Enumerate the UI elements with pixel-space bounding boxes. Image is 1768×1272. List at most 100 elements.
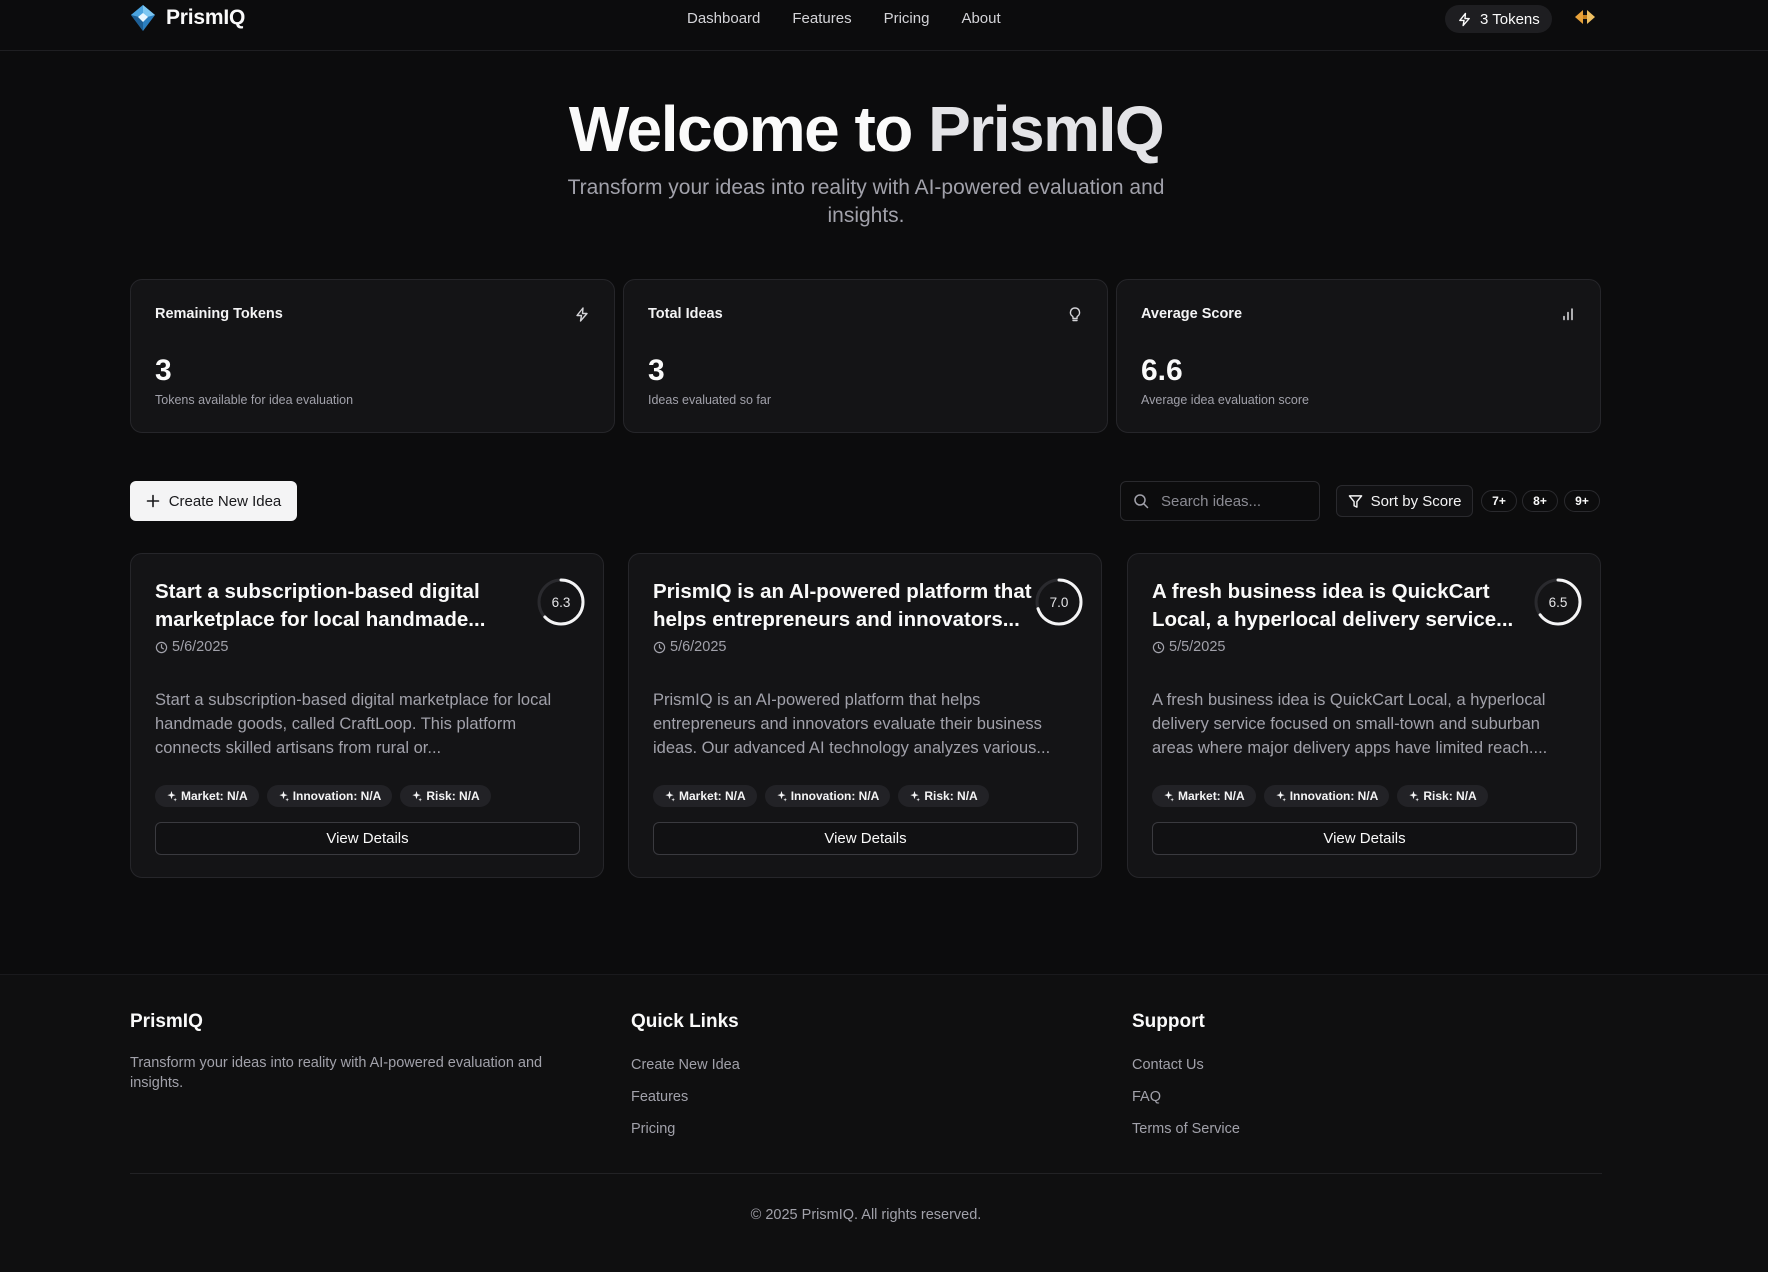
idea-description: Start a subscription-based digital marke… [155, 691, 552, 757]
tag-risk-text: Risk: N/A [1423, 789, 1477, 803]
footer-quick-links-title: Quick Links [631, 1011, 739, 1032]
idea-card: PrismIQ is an AI-powered platform that h… [628, 553, 1102, 878]
footer-link-create-new-idea[interactable]: Create New Idea [631, 1057, 740, 1073]
stat-label: Average Score [1141, 306, 1243, 322]
clock-icon [653, 641, 666, 653]
create-new-idea-label: Create New Idea [168, 492, 282, 510]
top-nav: PrismIQ Dashboard Features Pricing About… [0, 0, 1768, 51]
language-switch-icon[interactable] [1574, 7, 1596, 27]
tag-innovation: Innovation: N/A [1263, 785, 1390, 807]
sparkles-icon [665, 790, 675, 802]
stat-card-total-ideas: Total Ideas 3 Ideas evaluated so far [623, 279, 1108, 433]
sparkles-icon [910, 790, 921, 802]
idea-date-text: 5/5/2025 [1169, 639, 1226, 655]
idea-title[interactable]: PrismIQ is an AI-powered platform that h… [653, 578, 1033, 634]
score-ring: 6.3 [536, 577, 586, 627]
score-ring: 7.0 [1034, 577, 1084, 627]
stat-value: 6.6 [1141, 354, 1183, 387]
sparkles-icon [777, 790, 787, 802]
clock-icon [1152, 641, 1165, 653]
page-subtitle: Transform your ideas into reality with A… [567, 176, 1165, 227]
tag-market: Market: N/A [653, 785, 757, 807]
bar-chart-icon [1563, 308, 1573, 321]
idea-tags: Market: N/A Innovation: N/A Risk: N/A [653, 785, 989, 807]
brand[interactable]: PrismIQ [130, 4, 245, 32]
view-details-button[interactable]: View Details [1152, 822, 1577, 855]
tag-risk: Risk: N/A [898, 785, 989, 807]
view-details-button[interactable]: View Details [653, 822, 1078, 855]
page-title: Welcome to PrismIQ [0, 92, 1732, 166]
stat-note: Ideas evaluated so far [648, 393, 771, 407]
tag-innovation-text: Innovation: N/A [790, 789, 880, 803]
zap-icon [1459, 12, 1470, 26]
sort-by-score-label: Sort by Score [1370, 492, 1462, 510]
footer-link-features[interactable]: Features [631, 1089, 688, 1105]
tag-market-text: Market: N/A [181, 789, 248, 803]
stat-value: 3 [648, 354, 665, 387]
tag-risk: Risk: N/A [1397, 785, 1488, 807]
tag-market: Market: N/A [155, 785, 259, 807]
nav-link-features[interactable]: Features [792, 10, 851, 27]
sparkles-icon [167, 790, 177, 802]
idea-card: A fresh business idea is QuickCart Local… [1127, 553, 1601, 878]
stat-note: Average idea evaluation score [1141, 393, 1309, 407]
clock-icon [155, 641, 168, 653]
idea-title[interactable]: A fresh business idea is QuickCart Local… [1152, 578, 1532, 634]
search-box[interactable] [1120, 481, 1320, 521]
tag-market: Market: N/A [1152, 785, 1256, 807]
token-balance-button[interactable]: 3 Tokens [1445, 5, 1552, 33]
search-icon [1134, 494, 1149, 509]
footer-brand: PrismIQ [130, 1011, 203, 1032]
idea-tags: Market: N/A Innovation: N/A Risk: N/A [155, 785, 491, 807]
filter-chip-7-plus[interactable]: 7+ [1481, 490, 1517, 512]
tag-risk: Risk: N/A [400, 785, 491, 807]
nav-link-about[interactable]: About [961, 10, 1000, 27]
footer-link-faq[interactable]: FAQ [1132, 1089, 1161, 1105]
idea-date: 5/5/2025 [1152, 639, 1225, 655]
filter-chip-8-plus[interactable]: 8+ [1522, 490, 1558, 512]
tag-market-text: Market: N/A [1178, 789, 1245, 803]
score-ring: 6.5 [1533, 577, 1583, 627]
sparkles-icon [1409, 790, 1420, 802]
view-details-button[interactable]: View Details [155, 822, 580, 855]
footer: PrismIQ Transform your ideas into realit… [0, 974, 1768, 1272]
sparkles-icon [279, 790, 289, 802]
idea-description: PrismIQ is an AI-powered platform that h… [653, 691, 1051, 757]
idea-card: Start a subscription-based digital marke… [130, 553, 604, 878]
footer-link-contact-us[interactable]: Contact Us [1132, 1057, 1204, 1073]
idea-date-text: 5/6/2025 [172, 639, 229, 655]
idea-score: 6.3 [551, 594, 571, 610]
create-new-idea-button[interactable]: Create New Idea [130, 481, 297, 521]
stat-note: Tokens available for idea evaluation [155, 393, 354, 407]
idea-date: 5/6/2025 [653, 639, 726, 655]
sort-by-score-button[interactable]: Sort by Score [1336, 485, 1473, 517]
sparkles-icon [412, 790, 423, 802]
tag-innovation-text: Innovation: N/A [1289, 789, 1379, 803]
page-title-brand: PrismIQ [928, 93, 1164, 165]
lightbulb-icon [1069, 307, 1081, 322]
tag-risk-text: Risk: N/A [924, 789, 978, 803]
nav-link-pricing[interactable]: Pricing [884, 10, 930, 27]
zap-icon [576, 307, 588, 322]
token-balance-label: 3 Tokens [1480, 10, 1540, 28]
idea-date-text: 5/6/2025 [670, 639, 727, 655]
stat-card-average-score: Average Score 6.6 Average idea evaluatio… [1116, 279, 1601, 433]
tag-innovation: Innovation: N/A [764, 785, 891, 807]
footer-link-pricing[interactable]: Pricing [631, 1121, 675, 1137]
prism-logo-icon [131, 5, 155, 31]
footer-copyright: © 2025 PrismIQ. All rights reserved. [750, 1207, 982, 1223]
stat-card-remaining-tokens: Remaining Tokens 3 Tokens available for … [130, 279, 615, 433]
plus-icon [146, 494, 160, 508]
nav-link-dashboard[interactable]: Dashboard [687, 10, 760, 27]
footer-support-title: Support [1132, 1011, 1205, 1032]
idea-description: A fresh business idea is QuickCart Local… [1152, 691, 1548, 757]
search-input[interactable] [1161, 492, 1311, 510]
idea-title[interactable]: Start a subscription-based digital marke… [155, 578, 535, 634]
filter-icon [1348, 494, 1362, 508]
filter-chip-9-plus[interactable]: 9+ [1564, 490, 1600, 512]
footer-link-terms-of-service[interactable]: Terms of Service [1132, 1121, 1240, 1137]
idea-tags: Market: N/A Innovation: N/A Risk: N/A [1152, 785, 1488, 807]
tag-risk-text: Risk: N/A [426, 789, 480, 803]
nav-links: Dashboard Features Pricing About [687, 10, 1001, 27]
stat-label: Total Ideas [648, 306, 723, 322]
